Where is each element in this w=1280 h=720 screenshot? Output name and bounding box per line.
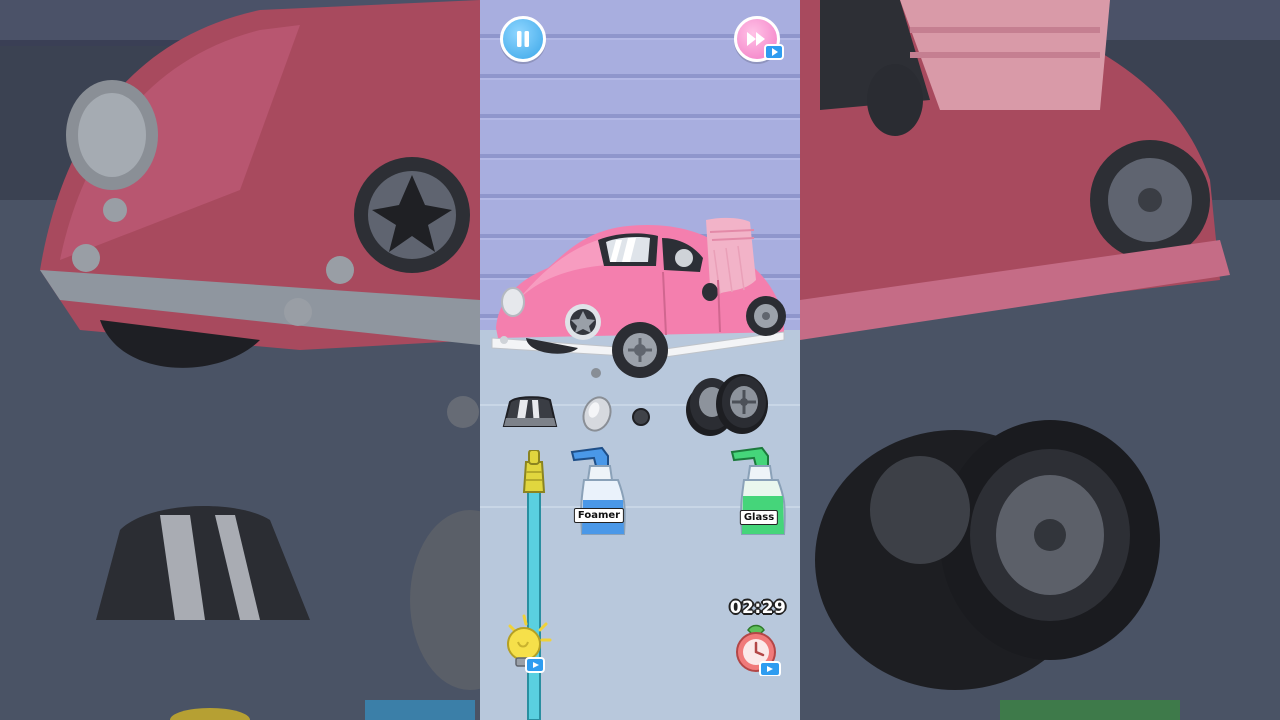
background-blur-right [800, 0, 1280, 720]
pause-icon [517, 31, 529, 47]
headlight-lens[interactable] [580, 394, 614, 434]
foamer-spray-bottle[interactable]: Foamer [568, 444, 630, 538]
glass-label: Glass [739, 510, 779, 525]
pink-beetle-car[interactable] [488, 210, 788, 390]
lightbulb-icon[interactable] [502, 614, 558, 676]
foamer-label: Foamer [573, 508, 625, 523]
tire-stack[interactable] [682, 370, 772, 440]
window-piece[interactable] [502, 394, 558, 430]
pause-button[interactable] [500, 16, 546, 62]
spray-bottle-icon [570, 446, 626, 535]
countdown-timer: 02:29 [729, 598, 787, 618]
stopwatch-icon[interactable] [734, 624, 782, 676]
background-blur-left [0, 0, 480, 720]
video-ad-icon [764, 44, 784, 60]
water-hose[interactable] [522, 450, 546, 720]
glass-spray-bottle[interactable]: Glass [728, 444, 790, 538]
game-panel: Foamer Glass 02:29 [480, 0, 800, 720]
game-screen: Foamer Glass 02:29 [0, 0, 1280, 720]
bolt[interactable] [630, 406, 652, 428]
